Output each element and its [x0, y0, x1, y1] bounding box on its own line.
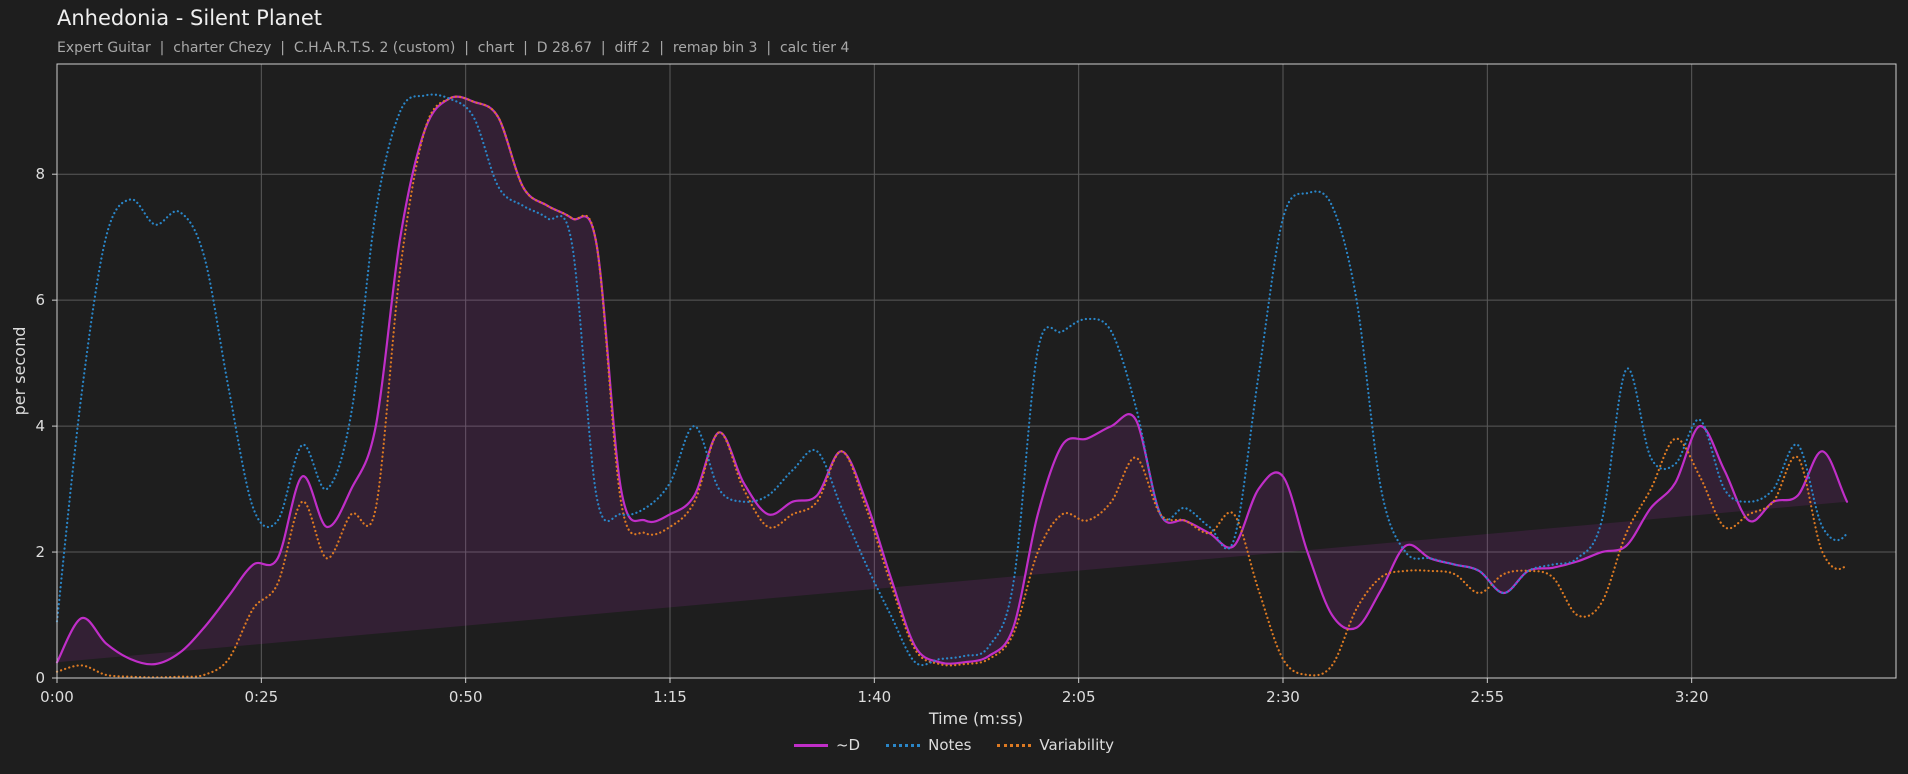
x-tick-label: 1:15: [653, 688, 687, 706]
x-tick-label: 2:55: [1470, 688, 1504, 706]
legend-swatch: [793, 743, 828, 747]
y-tick-label: 6: [35, 291, 45, 309]
x-tick-label: 1:40: [857, 688, 891, 706]
legend-item: ~D: [793, 736, 861, 754]
legend-swatch: [886, 743, 921, 747]
y-axis-label: per second: [10, 327, 29, 416]
legend-item: Variability: [997, 736, 1114, 754]
y-tick-label: 0: [35, 669, 45, 687]
x-tick-label: 3:20: [1675, 688, 1709, 706]
legend-label: ~D: [835, 736, 861, 754]
x-tick-label: 0:50: [449, 688, 483, 706]
line-chart: 0:00 0:25 0:50 1:15 1:40 2:05 2:30 2:55 3:20 0 2 4 6…: [10, 63, 1897, 728]
legend-label: Variability: [1039, 736, 1115, 754]
x-tick-label: 2:30: [1266, 688, 1300, 706]
x-axis-label: Time (m:ss): [928, 709, 1023, 728]
legend-item: Notes: [886, 736, 971, 754]
y-tick-label: 4: [35, 417, 45, 435]
y-tick-label: 2: [35, 543, 45, 561]
x-tick-label: 2:05: [1062, 688, 1096, 706]
chart-legend: ~D Notes Variability: [0, 736, 1908, 754]
y-tick-label: 8: [35, 165, 45, 183]
legend-swatch: [997, 743, 1032, 747]
x-tick-label: 0:00: [40, 688, 74, 706]
legend-label: Notes: [928, 736, 972, 754]
x-tick-label: 0:25: [244, 688, 278, 706]
